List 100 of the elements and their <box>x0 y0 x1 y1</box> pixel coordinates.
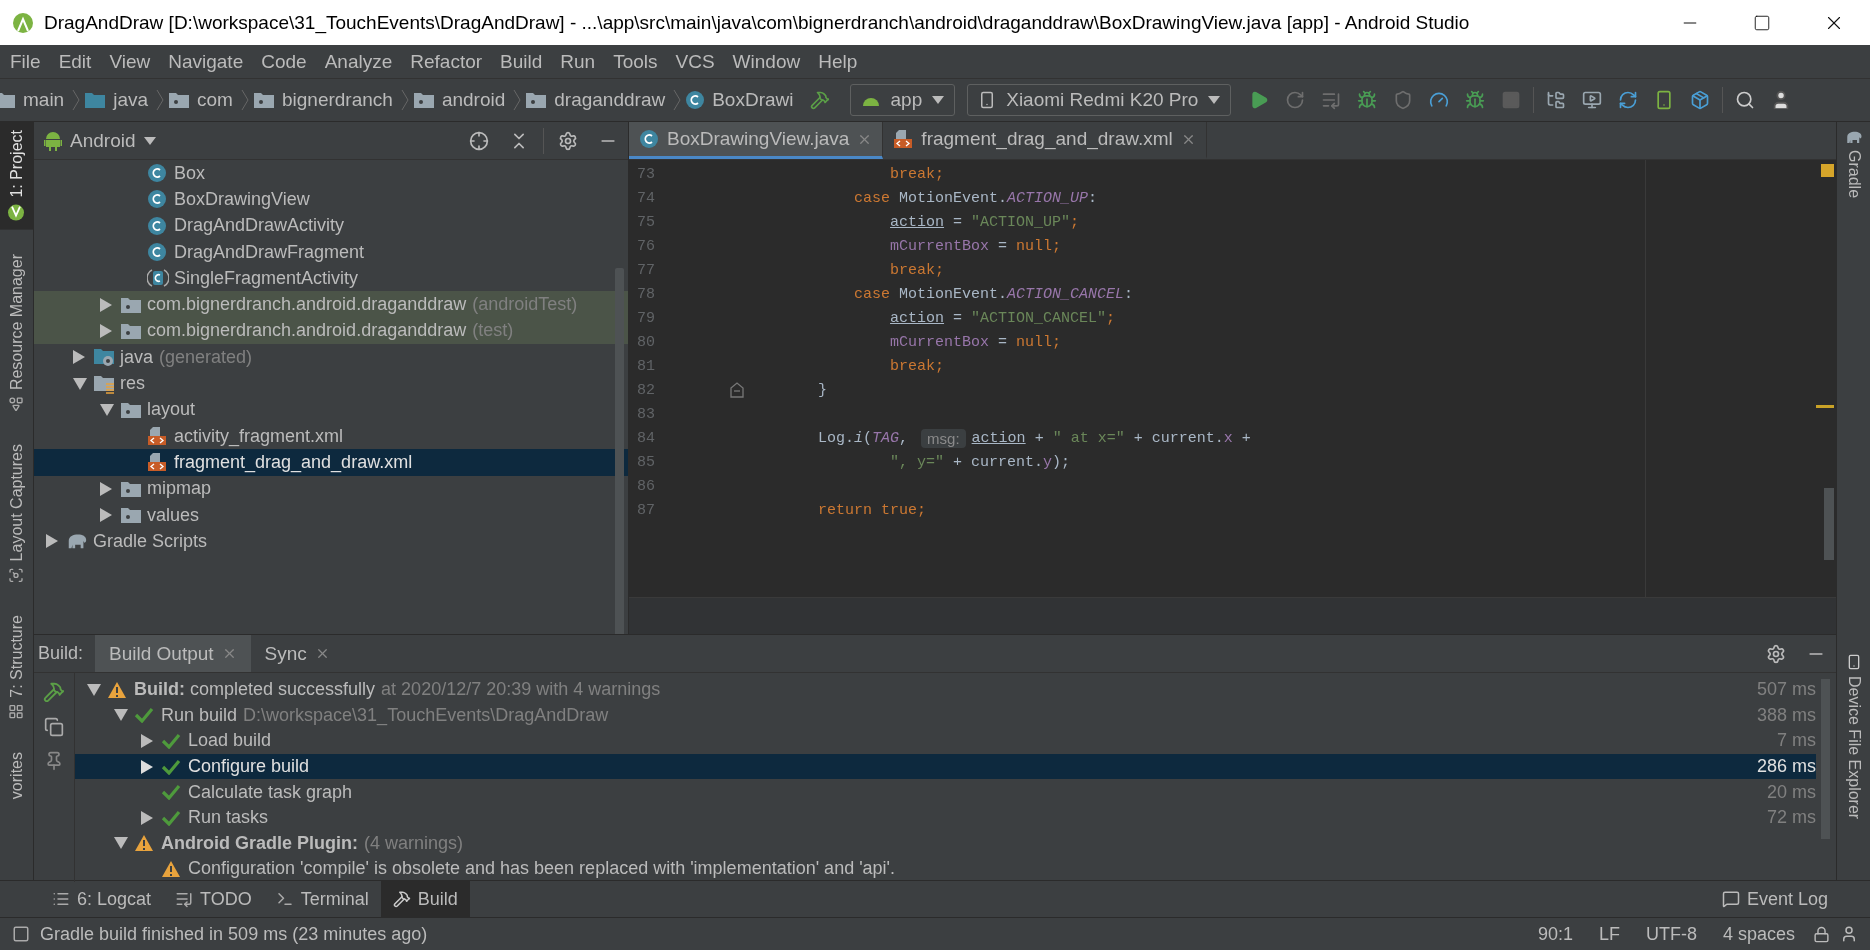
list-icon[interactable] <box>1321 90 1342 110</box>
restore-icon[interactable] <box>44 717 64 737</box>
tool-window-tab[interactable]: Terminal <box>263 881 381 917</box>
tree-row[interactable]: java (generated) <box>34 344 628 371</box>
menu-item[interactable]: View <box>101 50 159 73</box>
tree-row[interactable]: DragAndDrawActivity <box>34 212 628 239</box>
tree-row[interactable]: com.bignerdranch.android.draganddraw (androidTest) <box>34 291 628 318</box>
menu-item[interactable]: File <box>2 50 49 73</box>
hammer-icon[interactable] <box>43 681 65 703</box>
indent-setting[interactable]: 4 spaces <box>1714 923 1803 945</box>
breadcrumb[interactable]: com <box>168 89 237 111</box>
tool-window-tab[interactable]: TODO <box>163 881 264 917</box>
tree-row[interactable]: mipmap <box>34 475 628 502</box>
tree-row[interactable]: Gradle Scripts <box>34 528 628 555</box>
caret-down-icon[interactable] <box>73 377 87 390</box>
caret-right-icon[interactable] <box>46 534 58 549</box>
settings-icon[interactable] <box>558 130 578 151</box>
event-log-button[interactable]: Event Log <box>1721 888 1870 910</box>
menu-item[interactable]: Tools <box>605 50 666 73</box>
caret-right-icon[interactable] <box>141 810 153 825</box>
breadcrumb[interactable]: java <box>84 89 153 111</box>
hammer-icon[interactable] <box>809 90 830 110</box>
project-view-dropdown[interactable]: Android <box>34 129 156 152</box>
caret-right-icon[interactable] <box>100 481 112 496</box>
caret-right-icon[interactable] <box>141 734 153 748</box>
menu-item[interactable]: Help <box>810 50 866 73</box>
build-row[interactable]: Run build D:\workspace\31_TouchEvents\DragAndDraw 388 ms <box>75 702 1816 729</box>
menu-item[interactable]: Refactor <box>402 50 491 73</box>
panel-toggle-icon[interactable] <box>12 925 30 943</box>
folder-tree-icon[interactable] <box>1546 90 1567 110</box>
tree-row[interactable]: BoxDrawingView <box>34 186 628 213</box>
build-row[interactable]: Configuration 'compile' is obsolete and has been replaced with 'implementation' and 'api'. <box>75 856 1816 882</box>
caret-right-icon[interactable] <box>100 508 112 522</box>
monitor-icon[interactable] <box>1582 90 1603 110</box>
bug-icon[interactable] <box>1357 90 1378 110</box>
caret-right-icon[interactable] <box>141 759 153 774</box>
caret-down-icon[interactable] <box>114 837 128 850</box>
cursor-position[interactable]: 90:1 <box>1529 923 1581 945</box>
caret-down-icon[interactable] <box>114 709 128 722</box>
tool-window-tab[interactable]: 7: Structure <box>0 607 33 728</box>
build-row[interactable]: Run tasks 72 ms <box>75 804 1816 831</box>
settings-icon[interactable] <box>1766 643 1786 664</box>
lock-icon[interactable] <box>1813 925 1830 943</box>
person-icon[interactable] <box>1840 925 1858 943</box>
fold-marker-icon[interactable] <box>730 382 744 398</box>
tool-window-tab[interactable]: 6: Logcat <box>40 881 164 917</box>
tree-row[interactable]: activity_fragment.xml <box>34 422 628 450</box>
tree-row[interactable]: com.bignerdranch.android.draganddraw (test) <box>34 317 628 345</box>
sync-icon[interactable] <box>1618 90 1639 110</box>
build-row[interactable]: Build: completed successfully at 2020/12/7 20:39 with 4 warnings 507 ms <box>75 677 1816 703</box>
package-icon[interactable] <box>1690 90 1711 110</box>
maximize-icon[interactable] <box>1753 13 1771 32</box>
tree-row[interactable]: Box <box>34 160 628 187</box>
menu-item[interactable]: Analyze <box>316 50 401 73</box>
breadcrumb[interactable]: main <box>0 89 69 111</box>
build-row[interactable]: Android Gradle Plugin: (4 warnings) <box>75 830 1816 857</box>
caret-down-icon[interactable] <box>87 683 101 696</box>
pin-icon[interactable] <box>44 751 64 771</box>
tree-row[interactable]: layout <box>34 396 628 423</box>
build-row[interactable]: Load build 7 ms <box>75 728 1816 754</box>
rotate-icon[interactable] <box>1285 90 1306 110</box>
menu-item[interactable]: Window <box>724 50 809 73</box>
tree-row[interactable]: SingleFragmentActivity <box>34 265 628 292</box>
menu-item[interactable]: Run <box>552 50 604 73</box>
menu-item[interactable]: VCS <box>667 50 723 73</box>
breadcrumb[interactable]: android <box>412 89 510 111</box>
tree-row[interactable]: values <box>34 501 628 529</box>
build-row[interactable]: Calculate task graph 20 ms <box>75 779 1816 805</box>
device-dropdown[interactable]: Xiaomi Redmi K20 Pro <box>967 84 1232 116</box>
editor-tab[interactable]: BoxDrawingView.java <box>629 122 884 159</box>
menu-item[interactable]: Code <box>253 50 315 73</box>
gauge-icon[interactable] <box>1429 90 1450 110</box>
search-icon[interactable] <box>1735 90 1756 110</box>
bug-icon[interactable] <box>1465 90 1486 110</box>
tool-window-tab[interactable]: Resource Manager <box>0 245 33 420</box>
output-tab[interactable]: Build Output <box>95 635 251 672</box>
caret-right-icon[interactable] <box>73 350 85 365</box>
tree-row[interactable]: res <box>34 370 628 397</box>
tool-window-tab[interactable]: 1: Project <box>0 122 33 230</box>
caret-down-icon[interactable] <box>100 403 114 416</box>
crosshair-icon[interactable] <box>469 130 489 151</box>
shield-icon[interactable] <box>1393 90 1414 110</box>
line-ending[interactable]: LF <box>1590 923 1628 945</box>
tool-window-tab[interactable]: Gradle <box>1837 122 1870 207</box>
scrollbar[interactable] <box>1824 488 1834 560</box>
menu-item[interactable]: Navigate <box>160 50 252 73</box>
tree-row[interactable]: fragment_drag_and_draw.xml <box>34 449 628 476</box>
menu-item[interactable]: Edit <box>50 50 100 73</box>
breadcrumb[interactable]: bignerdranch <box>252 89 397 111</box>
run-configuration-dropdown[interactable]: app <box>849 84 956 116</box>
play-icon[interactable] <box>1249 90 1270 110</box>
breadcrumb[interactable]: draganddraw <box>525 89 670 111</box>
build-row[interactable]: Configure build 286 ms <box>75 753 1816 780</box>
scrollbar[interactable] <box>615 268 624 634</box>
tree-row[interactable]: DragAndDrawFragment <box>34 238 628 266</box>
breadcrumb[interactable]: BoxDrawi <box>685 89 798 111</box>
output-tab[interactable]: Sync <box>250 635 344 672</box>
tool-window-tab[interactable]: Build <box>380 881 470 917</box>
tool-window-tab[interactable]: Layout Captures <box>0 435 33 592</box>
file-encoding[interactable]: UTF-8 <box>1637 923 1705 945</box>
